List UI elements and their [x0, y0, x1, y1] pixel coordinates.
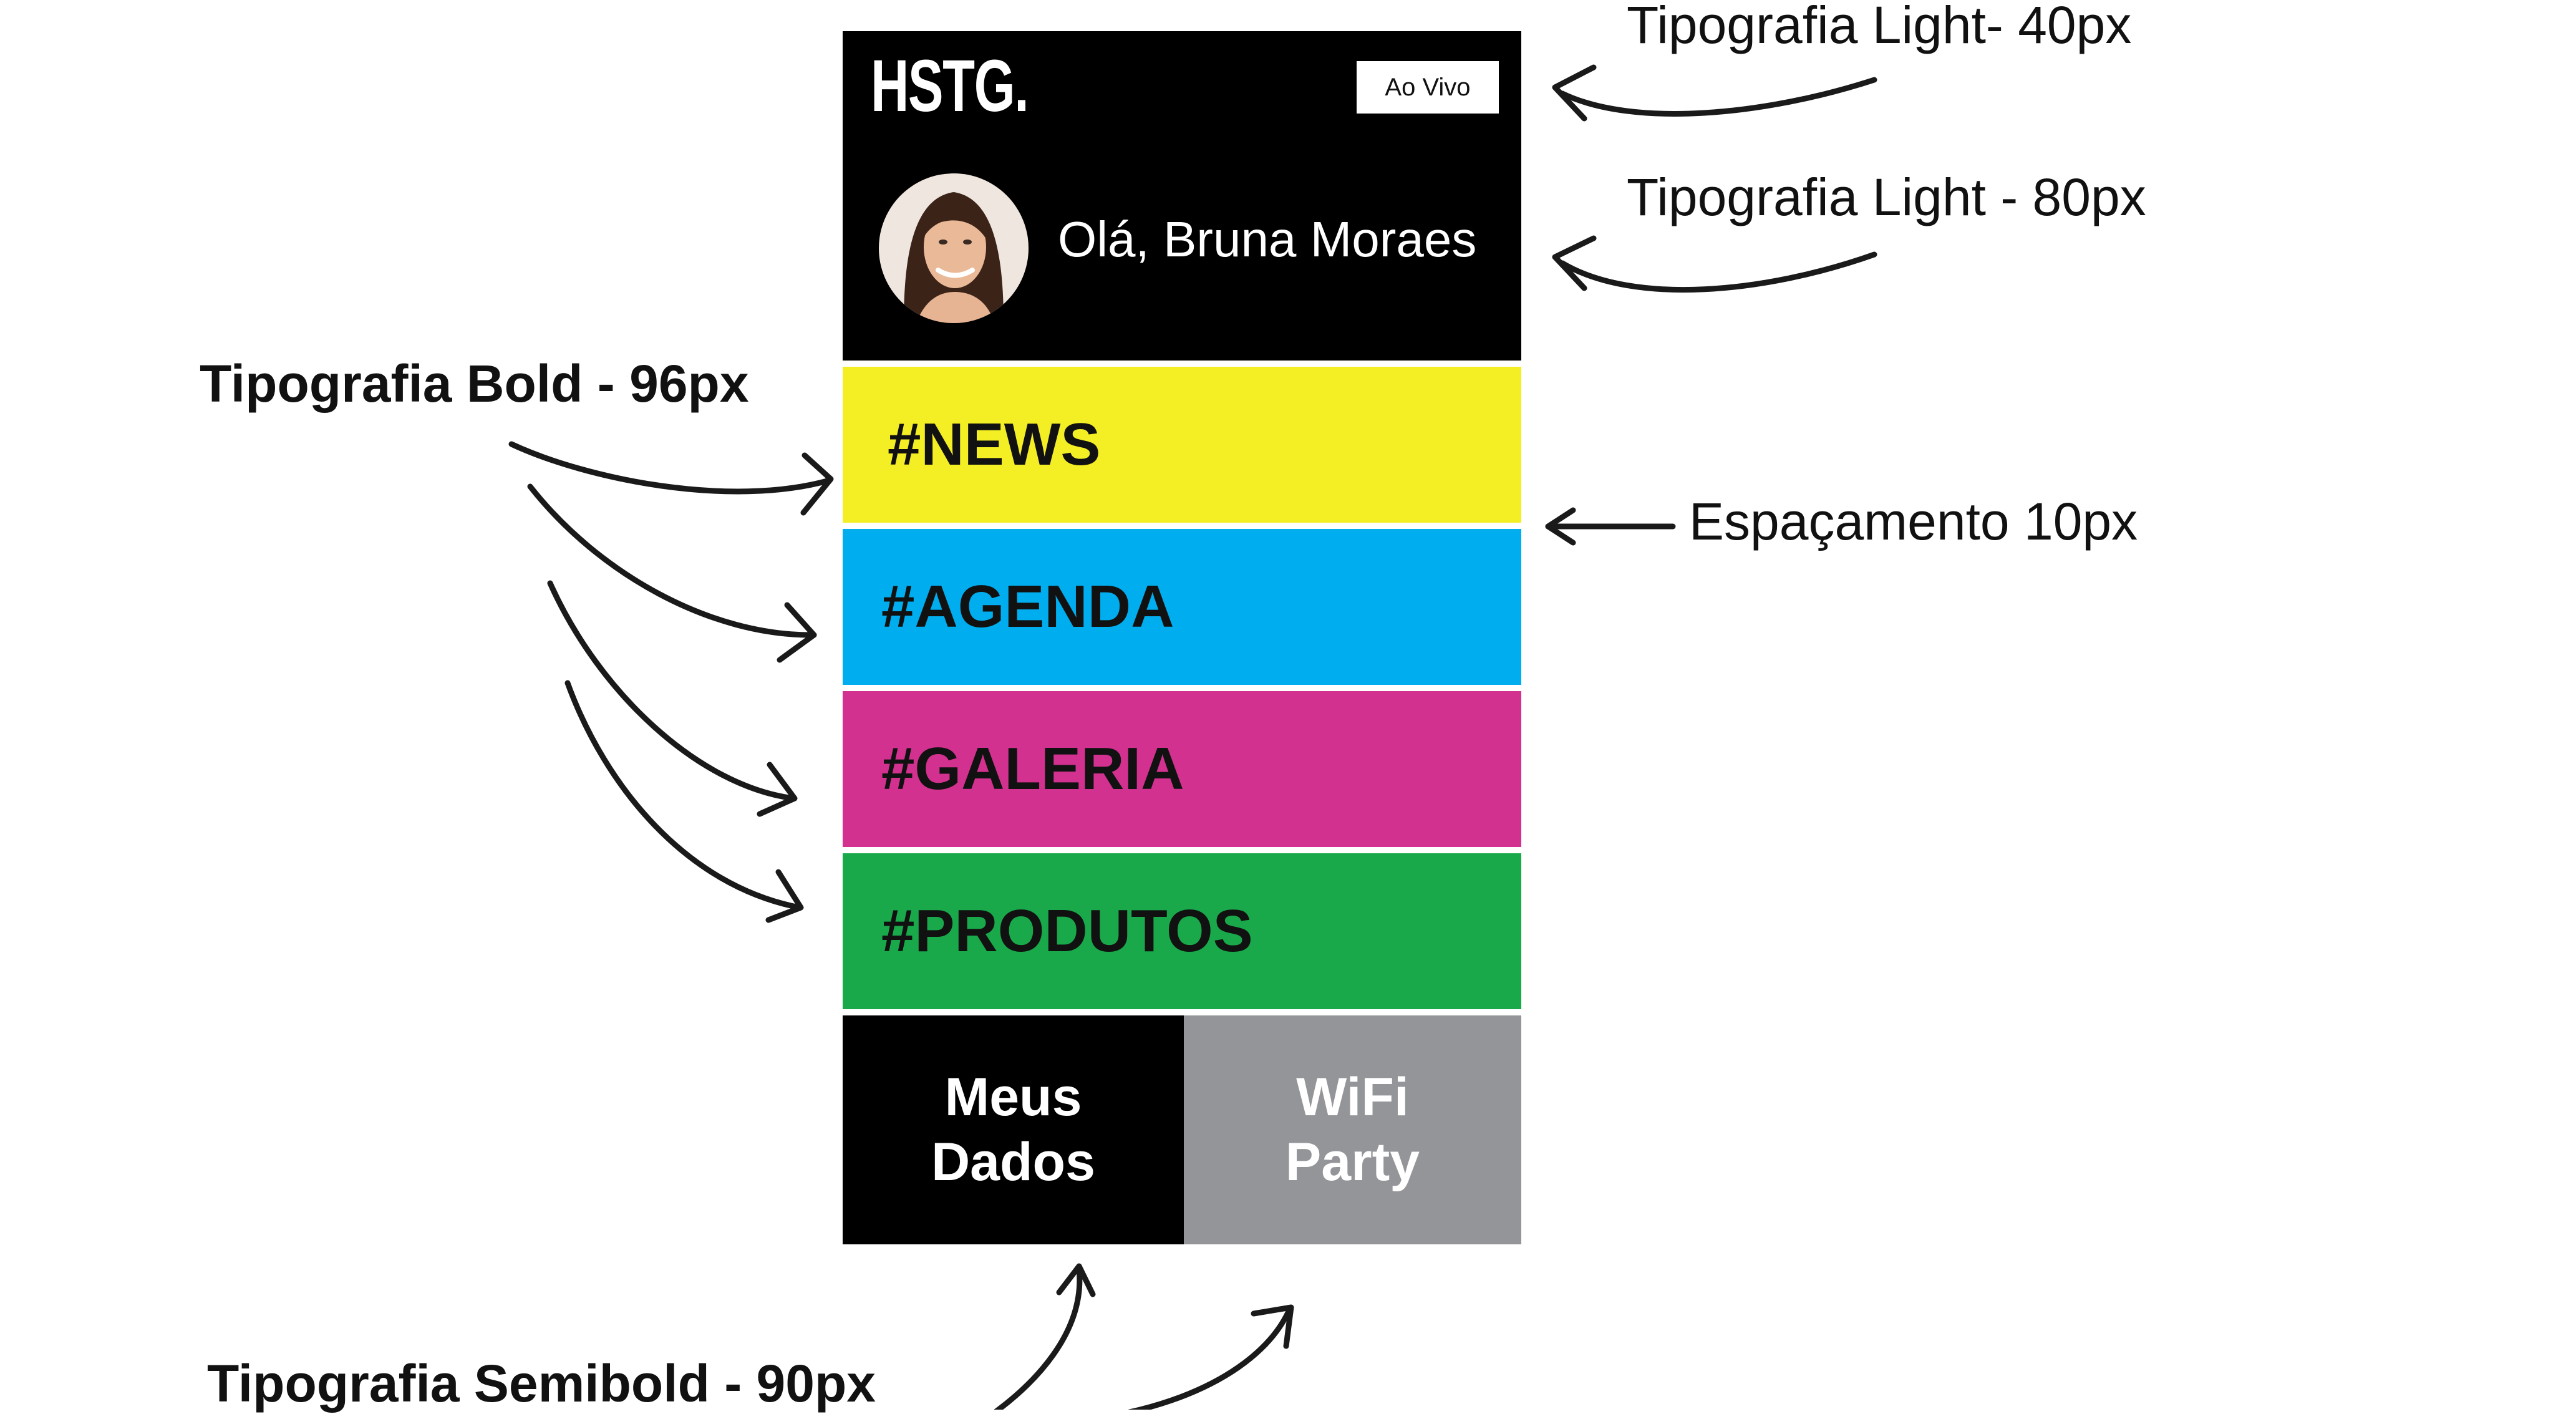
avatar-photo [879, 173, 1029, 323]
top-bar: HSTG. Ao Vivo [843, 31, 1521, 139]
arrow-produtos [564, 680, 804, 923]
greeting-text: Olá, Bruna Moraes [1058, 211, 1477, 267]
wifi-party-label: WiFi Party [1285, 1067, 1420, 1192]
menu-item-label: #PRODUTOS [881, 898, 1253, 964]
annotation-bold-96: Tipografia Bold - 96px [200, 354, 749, 413]
meus-dados-label: Meus Dados [931, 1067, 1095, 1192]
app-logo: HSTG. [871, 45, 1029, 127]
menu-item-produtos[interactable]: #PRODUTOS [843, 853, 1521, 1009]
phone-mockup: HSTG. Ao Vivo Olá, Bruna Moraes #NEWS #A… [843, 31, 1521, 1244]
arrow-news [508, 441, 834, 516]
menu-item-galeria[interactable]: #GALERIA [843, 691, 1521, 847]
arrow-agenda [527, 483, 817, 663]
arrow-galeria [547, 580, 798, 817]
arrow-light-40 [1552, 64, 1877, 122]
menu-item-label: #NEWS [888, 411, 1101, 478]
menu-item-label: #AGENDA [881, 573, 1174, 640]
annotation-spacing: Espaçamento 10px [1689, 492, 2138, 551]
annotation-light-80: Tipografia Light - 80px [1627, 168, 2146, 226]
annotation-semibold-90: Tipografia Semibold - 90px [207, 1354, 876, 1413]
arrow-wifi-party [1127, 1304, 1294, 1410]
wifi-party-button[interactable]: WiFi Party [1184, 1015, 1521, 1244]
meus-dados-button[interactable]: Meus Dados [843, 1015, 1184, 1244]
greeting-bar: Olá, Bruna Moraes [843, 139, 1521, 361]
arrow-spacing [1545, 507, 1676, 546]
arrow-meus-dados [994, 1263, 1096, 1410]
menu-item-label: #GALERIA [881, 735, 1184, 802]
menu-item-agenda[interactable]: #AGENDA [843, 529, 1521, 685]
live-button[interactable]: Ao Vivo [1357, 61, 1499, 114]
arrow-light-80 [1552, 235, 1877, 293]
menu-item-news[interactable]: #NEWS [843, 367, 1521, 523]
avatar[interactable] [879, 173, 1029, 323]
annotation-light-40: Tipografia Light- 40px [1627, 0, 2132, 54]
